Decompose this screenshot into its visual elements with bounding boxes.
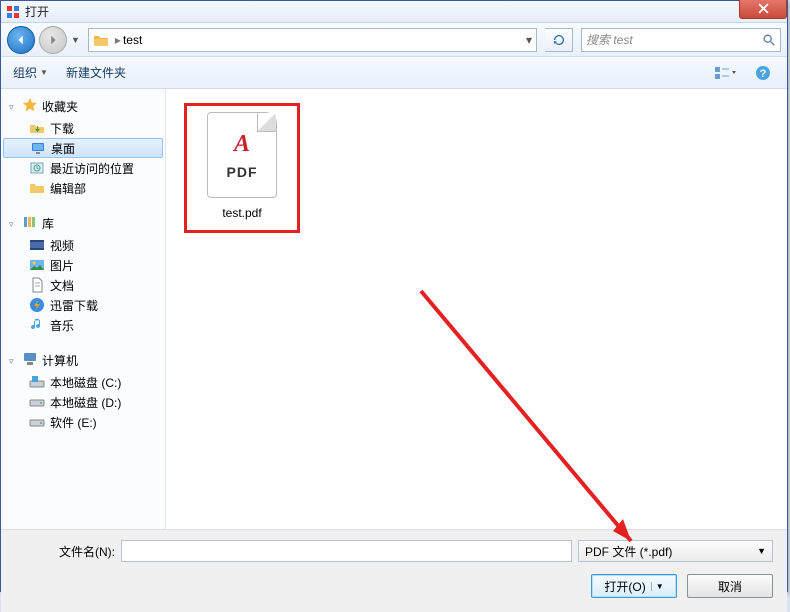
sidebar-item-drive-c[interactable]: 本地磁盘 (C:) xyxy=(1,372,165,392)
sidebar-item-thunder[interactable]: 迅雷下载 xyxy=(1,295,165,315)
tree-group-computer: ▿ 计算机 本地磁盘 (C:) 本地磁盘 (D:) 软件 (E:) xyxy=(1,349,165,432)
app-icon xyxy=(5,4,21,20)
svg-text:?: ? xyxy=(760,68,767,80)
search-input[interactable]: 搜索 test xyxy=(581,28,781,52)
document-icon xyxy=(29,277,45,293)
collapse-icon: ▿ xyxy=(9,102,18,111)
library-icon xyxy=(22,214,38,233)
sidebar-item-drive-d[interactable]: 本地磁盘 (D:) xyxy=(1,392,165,412)
video-icon xyxy=(29,237,45,253)
folder-icon xyxy=(93,32,109,48)
drive-icon xyxy=(29,414,45,430)
filetype-dropdown[interactable]: PDF 文件 (*.pdf) ▼ xyxy=(578,540,773,562)
navigation-pane[interactable]: ▿ 收藏夹 下载 桌面 最近访问的位置 编辑部 xyxy=(1,89,166,529)
computer-header[interactable]: ▿ 计算机 xyxy=(1,349,165,372)
filename-label: 文件名(N): xyxy=(15,543,115,560)
thunder-icon xyxy=(29,297,45,313)
organize-menu[interactable]: 组织▼ xyxy=(13,64,48,81)
computer-icon xyxy=(22,351,38,370)
favorites-header[interactable]: ▿ 收藏夹 xyxy=(1,95,165,118)
sidebar-item-desktop[interactable]: 桌面 xyxy=(3,138,163,158)
close-button[interactable] xyxy=(739,0,787,19)
chevron-right-icon: ▸ xyxy=(115,33,121,47)
tree-group-favorites: ▿ 收藏夹 下载 桌面 最近访问的位置 编辑部 xyxy=(1,95,165,198)
drive-icon xyxy=(29,394,45,410)
new-folder-button[interactable]: 新建文件夹 xyxy=(66,64,126,81)
file-item-testpdf[interactable]: A PDF test.pdf xyxy=(184,103,300,233)
star-icon xyxy=(22,97,38,116)
titlebar[interactable]: 打开 xyxy=(1,1,787,23)
sidebar-item-drive-e[interactable]: 软件 (E:) xyxy=(1,412,165,432)
dialog-footer: 文件名(N): PDF 文件 (*.pdf) ▼ 打开(O) ▼ 取消 xyxy=(1,529,787,612)
help-button[interactable]: ? xyxy=(751,62,775,84)
nav-bar: ▼ ▸ test ▾ 搜索 test xyxy=(1,23,787,57)
sidebar-item-downloads[interactable]: 下载 xyxy=(1,118,165,138)
open-file-dialog: 打开 ▼ ▸ test ▾ 搜索 test 组织▼ xyxy=(0,0,788,592)
sidebar-item-recent[interactable]: 最近访问的位置 xyxy=(1,158,165,178)
sidebar-item-pictures[interactable]: 图片 xyxy=(1,255,165,275)
file-name-label: test.pdf xyxy=(222,206,261,220)
recent-icon xyxy=(29,160,45,176)
collapse-icon: ▿ xyxy=(9,219,18,228)
folder-icon xyxy=(29,180,45,196)
search-icon xyxy=(762,33,776,47)
music-icon xyxy=(29,317,45,333)
filename-input[interactable] xyxy=(121,540,572,562)
picture-icon xyxy=(29,257,45,273)
view-options-button[interactable] xyxy=(713,62,737,84)
sidebar-item-documents[interactable]: 文档 xyxy=(1,275,165,295)
chevron-down-icon: ▼ xyxy=(757,546,766,556)
open-button[interactable]: 打开(O) ▼ xyxy=(591,574,677,598)
recent-dropdown-icon[interactable]: ▼ xyxy=(71,35,80,45)
forward-button[interactable] xyxy=(39,26,67,54)
chevron-down-icon[interactable]: ▾ xyxy=(526,33,532,47)
chevron-down-icon: ▼ xyxy=(40,68,48,77)
dialog-body: ▿ 收藏夹 下载 桌面 最近访问的位置 编辑部 xyxy=(1,89,787,529)
cancel-button[interactable]: 取消 xyxy=(687,574,773,598)
desktop-icon xyxy=(30,140,46,156)
tree-group-libraries: ▿ 库 视频 图片 文档 迅雷下载 xyxy=(1,212,165,335)
libraries-header[interactable]: ▿ 库 xyxy=(1,212,165,235)
back-button[interactable] xyxy=(7,26,35,54)
window-title: 打开 xyxy=(25,3,49,20)
sidebar-item-videos[interactable]: 视频 xyxy=(1,235,165,255)
breadcrumb-folder[interactable]: test xyxy=(123,33,142,47)
collapse-icon: ▿ xyxy=(9,356,18,365)
chevron-down-icon: ▼ xyxy=(651,582,664,591)
toolbar: 组织▼ 新建文件夹 ? xyxy=(1,57,787,89)
refresh-button[interactable] xyxy=(545,28,573,52)
sidebar-item-music[interactable]: 音乐 xyxy=(1,315,165,335)
sidebar-item-editorial[interactable]: 编辑部 xyxy=(1,178,165,198)
address-bar[interactable]: ▸ test ▾ xyxy=(88,28,537,52)
pdf-thumbnail-icon: A PDF xyxy=(207,112,277,198)
download-icon xyxy=(29,120,45,136)
sysdrive-icon xyxy=(29,374,45,390)
search-placeholder: 搜索 test xyxy=(586,31,633,48)
file-list-pane[interactable]: A PDF test.pdf xyxy=(166,89,787,529)
